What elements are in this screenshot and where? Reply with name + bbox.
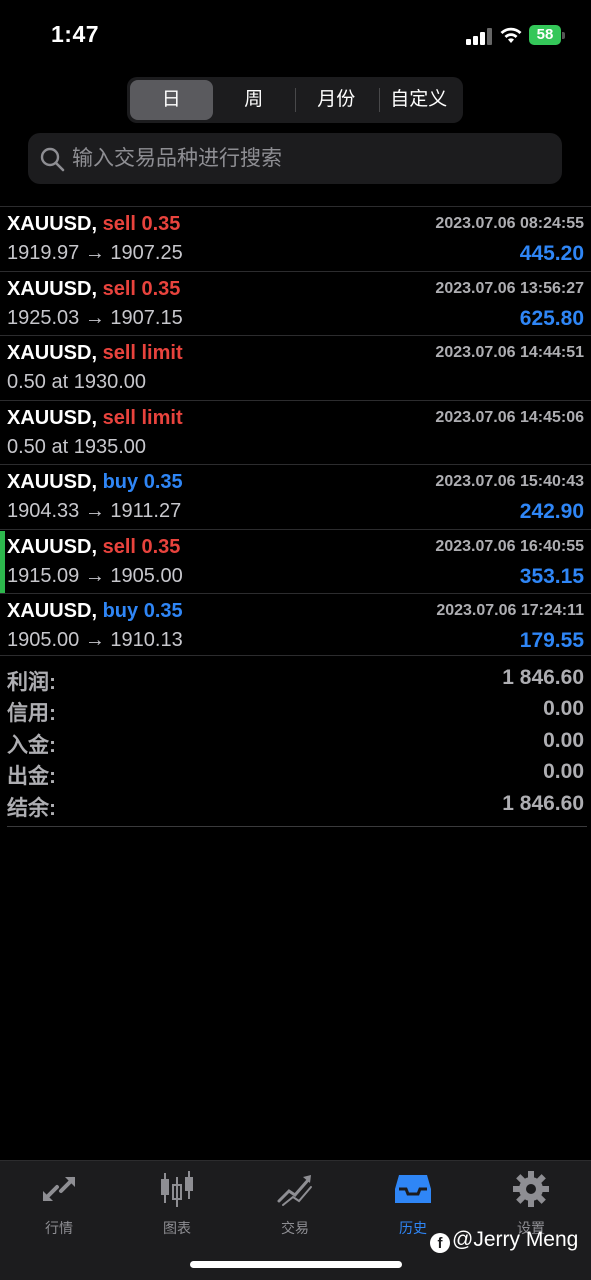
watermark: f @Jerry Meng <box>430 1228 578 1253</box>
summary-row: 出金: 0.00 <box>0 758 591 789</box>
trade-datetime: 2023.07.06 15:40:43 <box>435 473 584 490</box>
segment-day[interactable]: 日 <box>130 80 213 120</box>
segment-month[interactable]: 月份 <box>295 80 378 120</box>
summary-row: 结余: 1 846.60 <box>0 790 591 821</box>
trade-datetime: 2023.07.06 08:24:55 <box>435 215 584 232</box>
trade-type: buy 0.35 <box>102 600 183 622</box>
segment-week[interactable]: 周 <box>213 80 296 120</box>
trade-datetime: 2023.07.06 14:45:06 <box>435 408 584 426</box>
status-time: 1:47 <box>51 21 100 47</box>
period-segmented-control: 日 周 月份 自定义 <box>127 77 463 123</box>
quotes-icon <box>43 1177 75 1201</box>
trade-symbol: XAUUSD, buy 0.35 <box>7 600 183 623</box>
search-icon <box>40 147 65 172</box>
summary-label: 信用: <box>7 702 56 726</box>
cellular-signal-icon <box>466 27 492 45</box>
trade-profit: 242.90 <box>519 500 584 523</box>
trade-type: sell limit <box>102 342 183 364</box>
trade-type: sell 0.35 <box>102 277 181 300</box>
trade-symbol: XAUUSD, sell limit <box>7 407 183 430</box>
trade-row[interactable]: XAUUSD, sell 0.35 2023.07.06 13:56:27 1925… <box>0 270 591 336</box>
trade-symbol-name: XAUUSD, <box>7 535 98 558</box>
summary-row: 利润: 1 846.60 <box>0 664 591 695</box>
segment-custom[interactable]: 自定义 <box>378 80 461 120</box>
trade-symbol-name: XAUUSD, <box>7 277 98 300</box>
trade-profit: 353.15 <box>519 564 584 588</box>
trade-symbol: XAUUSD, sell 0.35 <box>7 536 180 559</box>
trade-symbol: XAUUSD, sell limit <box>7 342 183 365</box>
tab-label: 图表 <box>163 1220 191 1236</box>
search-bar <box>28 133 562 184</box>
trade-row[interactable]: XAUUSD, sell limit 2023.07.06 14:44:51 0.5… <box>0 335 591 400</box>
summary-label: 出金: <box>7 765 56 789</box>
trade-row[interactable]: XAUUSD, buy 0.35 2023.07.06 15:40:43 1904.… <box>0 464 591 529</box>
battery-level: 58 <box>529 25 561 45</box>
summary-value: 0.00 <box>543 728 584 752</box>
trade-datetime: 2023.07.06 17:24:11 <box>436 602 584 619</box>
trade-type: sell limit <box>102 406 183 429</box>
search-input[interactable] <box>72 133 552 184</box>
summary-label: 结余: <box>7 796 56 820</box>
gear-icon <box>513 1171 549 1207</box>
trade-symbol-name: XAUUSD, <box>7 600 98 622</box>
trade-prices: 0.50 at 1930.00 <box>7 371 147 393</box>
tab-quotes[interactable]: 行情 <box>0 1169 118 1238</box>
trade-symbol-name: XAUUSD, <box>7 213 98 235</box>
trade-datetime: 2023.07.06 14:44:51 <box>435 344 584 361</box>
trade-icon <box>277 1175 312 1206</box>
trade-profit: 625.80 <box>519 306 584 330</box>
home-indicator[interactable] <box>190 1261 402 1268</box>
summary-divider <box>7 826 587 827</box>
trade-row[interactable]: XAUUSD, buy 0.35 2023.07.06 17:24:11 1905.… <box>0 593 591 658</box>
trade-prices: 0.50 at 1935.00 <box>7 435 147 458</box>
watermark-text: @Jerry Meng <box>452 1228 579 1251</box>
account-summary: 利润: 1 846.60 信用: 0.00 入金: 0.00 出金: 0.00 结余: 1 846… <box>0 655 591 821</box>
summary-label: 利润: <box>7 671 56 694</box>
summary-row: 入金: 0.00 <box>0 727 591 758</box>
trade-datetime: 2023.07.06 16:40:55 <box>435 537 584 555</box>
summary-value: 1 846.60 <box>502 791 584 815</box>
battery-icon: 58 <box>529 25 565 45</box>
trade-type: buy 0.35 <box>102 471 183 493</box>
summary-row: 信用: 0.00 <box>0 695 591 726</box>
tab-label: 行情 <box>45 1220 73 1236</box>
trade-symbol: XAUUSD, sell 0.35 <box>7 278 180 301</box>
trade-profit: 179.55 <box>519 629 584 652</box>
trade-prices: 1919.97 → 1907.25 <box>7 242 183 264</box>
trade-symbol-name: XAUUSD, <box>7 406 98 429</box>
trade-symbol-name: XAUUSD, <box>7 471 98 493</box>
summary-value: 0.00 <box>543 760 584 784</box>
chart-icon <box>161 1171 193 1207</box>
summary-label: 入金: <box>7 733 56 757</box>
facebook-icon: f <box>430 1233 450 1253</box>
trade-type: sell 0.35 <box>102 535 181 558</box>
trade-prices: 1905.00 → 1910.13 <box>7 629 183 651</box>
trade-symbol-name: XAUUSD, <box>7 342 98 364</box>
status-bar: 1:47 58 <box>0 0 591 70</box>
tab-trade[interactable]: 交易 <box>236 1169 354 1238</box>
trade-row[interactable]: XAUUSD, sell limit 2023.07.06 14:45:06 0.5… <box>0 399 591 465</box>
trade-symbol: XAUUSD, sell 0.35 <box>7 213 180 236</box>
summary-value: 1 846.60 <box>502 666 584 689</box>
tab-chart[interactable]: 图表 <box>118 1169 236 1238</box>
trade-symbol: XAUUSD, buy 0.35 <box>7 471 183 494</box>
tab-label: 交易 <box>281 1220 309 1236</box>
trade-datetime: 2023.07.06 13:56:27 <box>435 279 584 297</box>
wifi-icon <box>500 27 522 43</box>
trade-row[interactable]: XAUUSD, sell 0.35 2023.07.06 08:24:55 1919… <box>0 206 591 271</box>
trade-row[interactable]: XAUUSD, sell 0.35 2023.07.06 16:40:55 1915… <box>0 528 591 594</box>
trade-prices: 1915.09 → 1905.00 <box>7 564 183 587</box>
trade-history-list: XAUUSD, sell 0.35 2023.07.06 08:24:55 1919… <box>0 206 591 658</box>
summary-value: 0.00 <box>543 697 584 721</box>
trade-prices: 1925.03 → 1907.15 <box>7 306 183 329</box>
trade-prices: 1904.33 → 1911.27 <box>7 500 182 522</box>
trade-profit: 445.20 <box>519 242 584 265</box>
trade-type: sell 0.35 <box>102 213 181 235</box>
history-icon <box>395 1175 431 1203</box>
